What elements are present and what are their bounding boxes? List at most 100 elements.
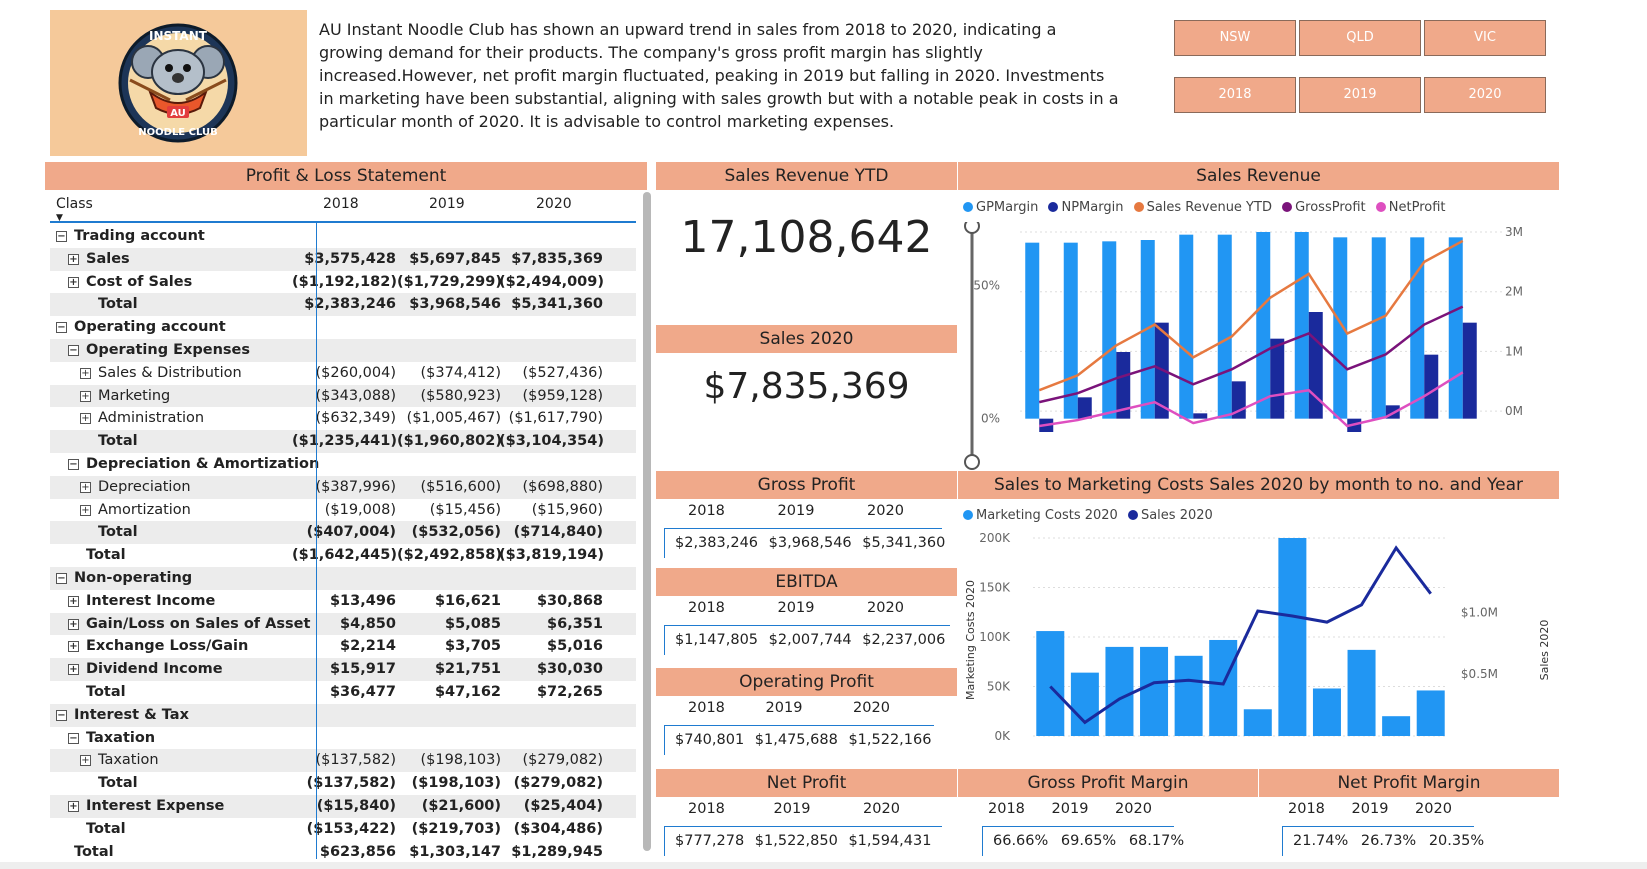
pl-cell: ($1,729,299): [397, 273, 502, 290]
legend-item[interactable]: GPMargin: [963, 200, 1038, 215]
expand-icon[interactable]: +: [68, 641, 79, 653]
pl-row: + Sales $3,575,428 $5,697,845 $7,835,369: [50, 247, 636, 271]
pl-cell: $1,303,147: [409, 843, 501, 860]
pl-row-label: Operating Expenses: [86, 342, 251, 358]
pl-row: Total ($1,642,445) ($2,492,858) ($3,819,194…: [50, 544, 636, 567]
expand-icon[interactable]: +: [80, 390, 91, 402]
expand-icon[interactable]: +: [80, 755, 91, 767]
expand-icon[interactable]: +: [68, 253, 79, 265]
np-margin-bar: [1424, 354, 1439, 419]
pl-cell: ($343,088): [315, 387, 396, 404]
operating-profit-values: $740,801 $1,475,688 $1,522,166: [664, 725, 934, 755]
year-label: 2018: [988, 801, 1025, 817]
pl-row: Total $623,856 $1,303,147 $1,289,945: [50, 841, 636, 864]
np-margin-bar: [1077, 397, 1092, 419]
legend-item[interactable]: NetProfit: [1375, 200, 1446, 215]
pl-row-label: Taxation: [86, 729, 156, 746]
pl-row: + Exchange Loss/Gain $2,214 $3,705 $5,016: [50, 635, 636, 658]
pl-row-label: Marketing: [98, 387, 171, 404]
marketing-cost-bar: [1347, 649, 1376, 736]
pl-cell: ($2,494,009): [499, 273, 604, 290]
collapse-icon[interactable]: −: [68, 732, 79, 744]
pl-row: Total $36,477 $47,162 $72,265: [50, 681, 636, 704]
legend-item[interactable]: GrossProfit: [1282, 200, 1366, 215]
expand-icon[interactable]: +: [80, 504, 91, 516]
year-label: 2019: [765, 700, 803, 716]
gp-margin-bar: [1371, 237, 1386, 419]
expand-icon[interactable]: +: [80, 413, 91, 425]
expand-icon[interactable]: +: [68, 276, 79, 288]
gp-margin-bar: [1179, 234, 1194, 419]
gp-margin-bar: [1102, 241, 1117, 419]
net-profit-2018: $777,278: [675, 833, 745, 849]
pl-row: − Operating Expenses: [50, 339, 636, 362]
pl-cell: $3,968,546: [409, 296, 501, 313]
sort-desc-icon[interactable]: ▼: [56, 213, 63, 223]
pl-cell: ($714,840): [513, 524, 603, 541]
pl-cell: $6,351: [547, 615, 603, 632]
legend-dot: [1133, 202, 1144, 212]
gp-margin-bar: [1063, 242, 1078, 419]
legend-item[interactable]: NPMargin: [1048, 200, 1123, 215]
collapse-icon[interactable]: −: [68, 345, 79, 356]
expand-icon[interactable]: +: [68, 801, 79, 812]
expand-icon[interactable]: +: [80, 367, 91, 379]
pl-row: Total ($1,235,441) ($1,960,802) ($3,104,354…: [50, 430, 636, 453]
marketing-cost-bar: [1140, 646, 1169, 736]
pl-scrollbar[interactable]: [643, 192, 651, 851]
year-label: 2019: [1351, 801, 1389, 817]
net-margin-2019: 26.73%: [1360, 833, 1417, 849]
pl-cell: ($15,840): [316, 798, 396, 814]
pl-row-label: Total: [86, 547, 126, 564]
pl-row: + Gain/Loss on Sales of Asset $4,850 $5,085…: [50, 612, 636, 636]
expand-icon[interactable]: +: [80, 481, 91, 493]
legend-item[interactable]: Sales 2020: [1127, 508, 1213, 523]
operating-profit-title: Operating Profit: [656, 668, 957, 696]
expand-icon[interactable]: +: [68, 618, 79, 630]
collapse-icon[interactable]: −: [56, 573, 67, 584]
slicer-year-2020[interactable]: 2020: [1424, 77, 1546, 113]
collapse-icon[interactable]: −: [56, 709, 67, 721]
slicer-state-vic[interactable]: VIC: [1424, 20, 1546, 56]
marketing-cost-bar: [1209, 639, 1238, 736]
range-slider-handle: [964, 222, 980, 234]
collapse-icon[interactable]: −: [56, 231, 67, 242]
slicer-state-nsw[interactable]: NSW: [1174, 20, 1296, 56]
pl-row: Total ($407,004) ($532,056) ($714,840): [50, 521, 636, 545]
pl-row: + Interest Income $13,496 $16,621 $30,868: [50, 590, 636, 613]
operating-profit-2020: $1,522,166: [848, 732, 932, 748]
pl-row-label: Sales: [86, 250, 130, 267]
legend-item[interactable]: Marketing Costs 2020: [963, 508, 1118, 523]
net-profit-years: 2018 2019 2020: [688, 801, 900, 817]
pl-row-label: Depreciation & Amortization: [86, 456, 320, 472]
slicer-state-qld[interactable]: QLD: [1299, 20, 1421, 56]
collapse-icon[interactable]: −: [68, 459, 79, 470]
pl-row: − Depreciation & Amortization: [50, 453, 636, 476]
sales-2020-value: $7,835,369: [703, 366, 910, 407]
pl-row-label: Total: [86, 684, 126, 700]
slicer-year-2018[interactable]: 2018: [1174, 77, 1296, 113]
legend-dot: [1127, 510, 1138, 520]
pl-cell: ($1,235,441): [292, 433, 397, 450]
pl-row-label: Interest & Tax: [74, 706, 189, 723]
y-left-tick-label: 50%: [973, 278, 1000, 292]
y-right-tick-label: $0.5M: [1461, 667, 1498, 681]
slicer-year-2019[interactable]: 2019: [1299, 77, 1421, 113]
year-label: 2020: [863, 801, 900, 817]
year-label: 2018: [688, 600, 725, 616]
pl-cell: ($959,128): [522, 387, 603, 404]
expand-icon[interactable]: +: [68, 664, 79, 676]
pl-row: − Trading account: [50, 225, 636, 248]
pl-cell: $13,496: [329, 592, 396, 609]
pl-row-label: Total: [98, 433, 138, 450]
expand-icon[interactable]: +: [68, 595, 79, 607]
pl-row-label: Amortization: [98, 501, 191, 518]
collapse-icon[interactable]: −: [56, 322, 67, 334]
ebitda-2019: $2,007,744: [768, 632, 852, 648]
pl-class-header[interactable]: Class: [56, 196, 93, 212]
pl-cell: $2,214: [340, 638, 396, 655]
marketing-chart-title: Sales to Marketing Costs Sales 2020 by m…: [958, 471, 1559, 499]
pl-row-label: Total: [98, 524, 138, 541]
gross-margin-2018: 66.66%: [993, 833, 1049, 849]
legend-item[interactable]: Sales Revenue YTD: [1133, 200, 1272, 215]
